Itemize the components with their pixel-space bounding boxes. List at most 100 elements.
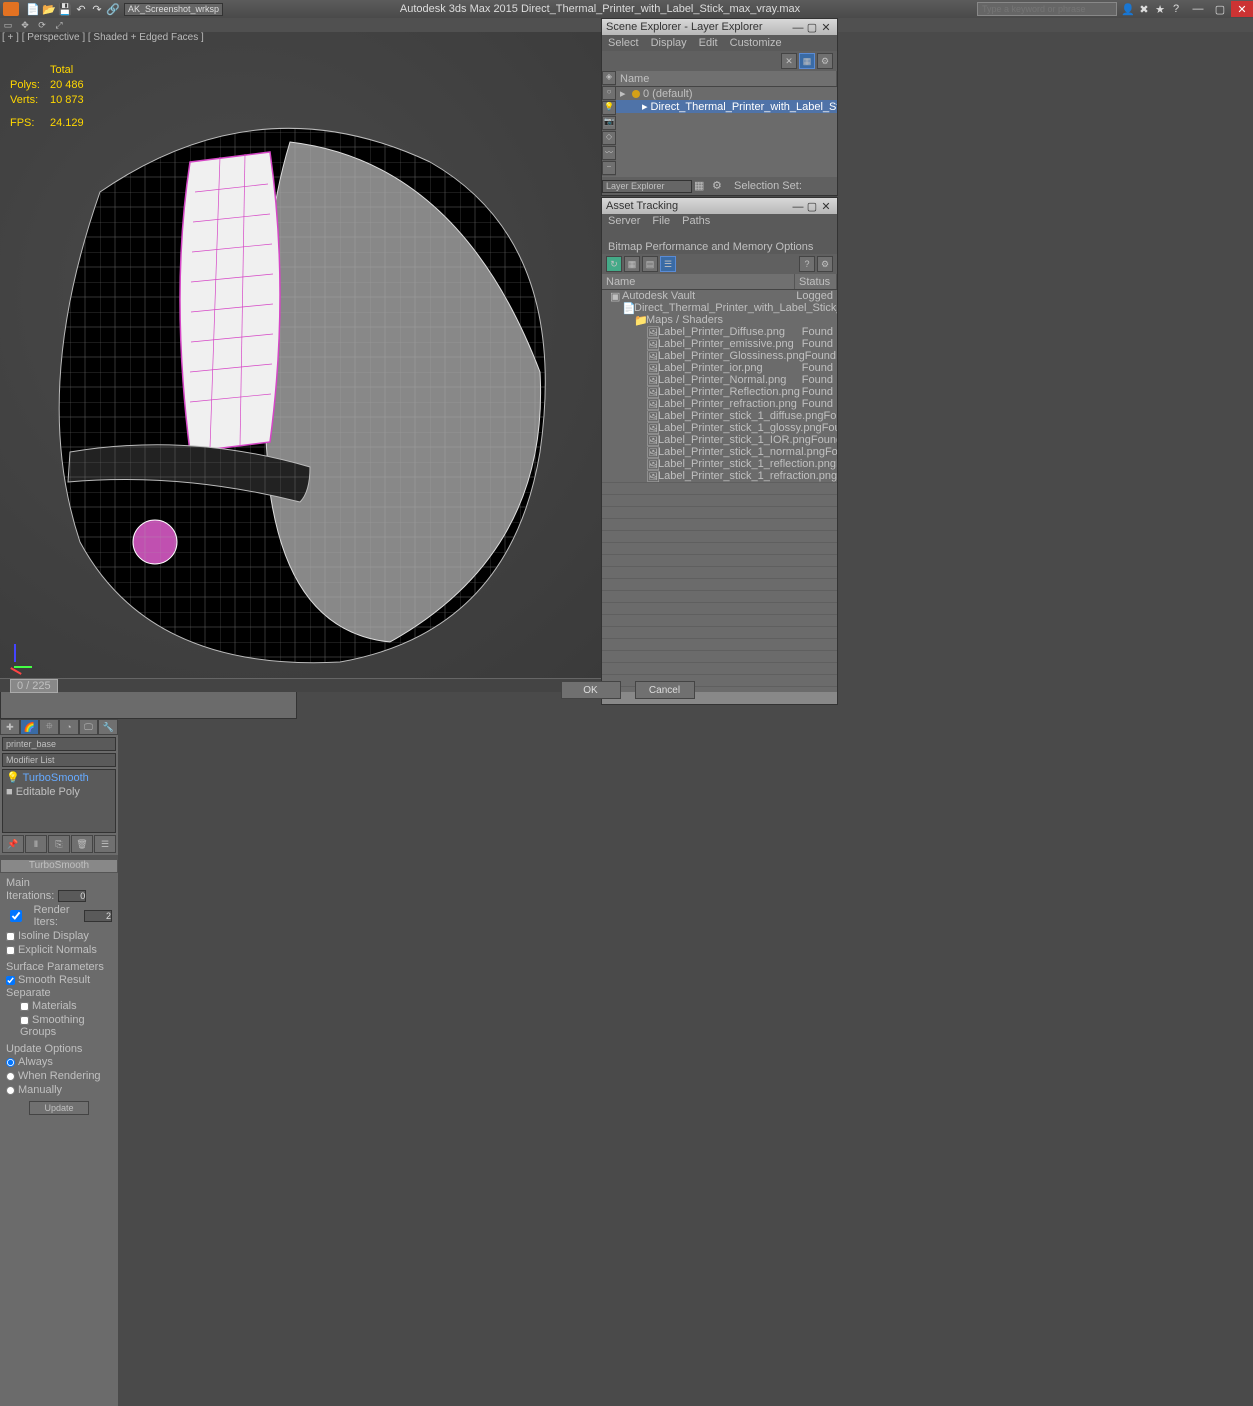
save-icon[interactable]: 💾 bbox=[58, 2, 72, 16]
asset-row[interactable]: 🖼Label_Printer_Glossiness.pngFound bbox=[602, 350, 837, 362]
asset-min-icon[interactable]: — bbox=[791, 201, 805, 213]
tab-modify-icon[interactable]: 🌈 bbox=[20, 719, 40, 735]
filter-shape-icon[interactable]: ○ bbox=[602, 86, 616, 100]
asset-menu-server[interactable]: Server bbox=[608, 214, 640, 228]
menu-edit[interactable]: Edit bbox=[699, 37, 718, 49]
open-icon[interactable]: 📂 bbox=[42, 2, 56, 16]
cancel-button[interactable]: Cancel bbox=[635, 681, 695, 699]
panel-min-icon[interactable]: — bbox=[791, 22, 805, 34]
help-icon[interactable]: ? bbox=[1169, 2, 1183, 16]
stack-config-icon[interactable]: ☰ bbox=[94, 835, 116, 853]
rollup-turbosmooth-title[interactable]: TurboSmooth bbox=[0, 859, 118, 873]
asset-row[interactable]: 🖼Label_Printer_Normal.pngFound bbox=[602, 374, 837, 386]
materials-check[interactable] bbox=[20, 1002, 29, 1011]
stack-showend-icon[interactable]: Ⅱ bbox=[25, 835, 47, 853]
close-button[interactable]: ✕ bbox=[1231, 1, 1253, 17]
asset-row[interactable]: 🖼Label_Printer_Reflection.pngFound bbox=[602, 386, 837, 398]
object-name-field[interactable]: printer_base bbox=[2, 737, 116, 751]
render-iters-check[interactable] bbox=[6, 910, 26, 922]
filter-cam-icon[interactable]: 📷 bbox=[602, 116, 616, 130]
maximize-button[interactable]: ▢ bbox=[1209, 1, 1231, 17]
filter-space-icon[interactable]: 〰 bbox=[602, 146, 616, 160]
smooth-result-check[interactable] bbox=[6, 976, 15, 985]
redo-icon[interactable]: ↷ bbox=[90, 2, 104, 16]
layer-mode-dropdown[interactable]: Layer Explorer bbox=[602, 180, 692, 193]
minimize-button[interactable]: — bbox=[1187, 1, 1209, 17]
menu-select[interactable]: Select bbox=[608, 37, 639, 49]
iterations-spinner[interactable] bbox=[58, 890, 86, 902]
layer-root[interactable]: ▸0 (default) bbox=[616, 87, 837, 100]
asset-row[interactable]: 🖼Label_Printer_emissive.pngFound bbox=[602, 338, 837, 350]
tab-create-icon[interactable]: ✚ bbox=[0, 719, 20, 735]
filter-geom-icon[interactable]: ◈ bbox=[602, 71, 616, 85]
filter-bone-icon[interactable]: ⎯ bbox=[602, 161, 616, 175]
asset-btn3-icon[interactable]: ▤ bbox=[642, 256, 658, 272]
explicit-check[interactable] bbox=[6, 946, 15, 955]
panel-max-icon[interactable]: ▢ bbox=[805, 21, 819, 34]
filter-light-icon[interactable]: 💡 bbox=[602, 101, 616, 115]
isoline-check[interactable] bbox=[6, 932, 15, 941]
rotate-tool-icon[interactable]: ⟳ bbox=[34, 18, 50, 32]
signin-icon[interactable]: 👤 bbox=[1121, 2, 1135, 16]
modifier-stack[interactable]: 💡 TurboSmooth ■ Editable Poly bbox=[2, 769, 116, 833]
stack-remove-icon[interactable]: 🗑 bbox=[71, 835, 93, 853]
asset-close-icon[interactable]: ✕ bbox=[819, 200, 833, 213]
col-name[interactable]: Name bbox=[616, 71, 837, 86]
asset-max-icon[interactable]: ▢ bbox=[805, 200, 819, 213]
ok-button[interactable]: OK bbox=[561, 681, 621, 699]
asset-help-icon[interactable]: ? bbox=[799, 256, 815, 272]
viewport-label[interactable]: [ + ] [ Perspective ] [ Shaded + Edged F… bbox=[2, 32, 204, 43]
asset-row[interactable]: 🖼Label_Printer_stick_1_refraction.pngFou… bbox=[602, 470, 837, 482]
perspective-viewport[interactable]: [ + ] [ Perspective ] [ Shaded + Edged F… bbox=[0, 32, 601, 692]
workspace-dropdown[interactable]: AK_Screenshot_wrksp bbox=[124, 3, 223, 16]
move-tool-icon[interactable]: ✥ bbox=[17, 18, 33, 32]
smoothgroups-check[interactable] bbox=[20, 1016, 29, 1025]
undo-icon[interactable]: ↶ bbox=[74, 2, 88, 16]
asset-opts-icon[interactable]: ⚙ bbox=[817, 256, 833, 272]
asset-row[interactable]: 🖼Label_Printer_Diffuse.pngFound bbox=[602, 326, 837, 338]
tab-motion-icon[interactable]: ◔ bbox=[59, 719, 79, 735]
asset-col-status[interactable]: Status bbox=[795, 274, 837, 289]
filter-helper-icon[interactable]: ◇ bbox=[602, 131, 616, 145]
asset-menu-bitmap[interactable]: Bitmap Performance and Memory Options bbox=[608, 240, 813, 254]
asset-row[interactable]: 🖼Label_Printer_refraction.pngFound bbox=[602, 398, 837, 410]
render-iters-spinner[interactable] bbox=[84, 910, 112, 922]
asset-row[interactable]: 📁Maps / Shaders bbox=[602, 314, 837, 326]
modifier-list-dropdown[interactable]: Modifier List bbox=[2, 753, 116, 767]
asset-row[interactable]: 🖼Label_Printer_stick_1_glossy.pngFound bbox=[602, 422, 837, 434]
stack-pin-icon[interactable]: 📌 bbox=[2, 835, 24, 853]
asset-menu-file[interactable]: File bbox=[652, 214, 670, 228]
stack-unique-icon[interactable]: ⎘ bbox=[48, 835, 70, 853]
asset-col-name[interactable]: Name bbox=[602, 274, 795, 289]
asset-row[interactable]: 🖼Label_Printer_stick_1_IOR.pngFound bbox=[602, 434, 837, 446]
filter-layer-icon[interactable]: ▦ bbox=[799, 53, 815, 69]
tab-display-icon[interactable]: 🖵 bbox=[79, 719, 99, 735]
layer-item-printer[interactable]: ▸Direct_Thermal_Printer_with_Label_Stick bbox=[616, 100, 837, 113]
upd-manual-radio[interactable] bbox=[6, 1086, 15, 1095]
new-icon[interactable]: 📄 bbox=[26, 2, 40, 16]
help-search-input[interactable] bbox=[977, 2, 1117, 16]
asset-row[interactable]: 🖼Label_Printer_stick_1_normal.pngFound bbox=[602, 446, 837, 458]
asset-row[interactable]: 🖼Label_Printer_stick_1_diffuse.pngFound bbox=[602, 410, 837, 422]
asset-row[interactable]: ▣Autodesk VaultLogged bbox=[602, 290, 837, 302]
filter-clear-icon[interactable]: ✕ bbox=[781, 53, 797, 69]
tab-hierarchy-icon[interactable]: ⯐ bbox=[39, 719, 59, 735]
upd-always-radio[interactable] bbox=[6, 1058, 15, 1067]
layer-btn2-icon[interactable]: ⚙ bbox=[712, 179, 728, 193]
menu-customize[interactable]: Customize bbox=[730, 37, 782, 49]
asset-row[interactable]: 🖼Label_Printer_ior.pngFound bbox=[602, 362, 837, 374]
asset-btn4-icon[interactable]: ☰ bbox=[660, 256, 676, 272]
asset-menu-paths[interactable]: Paths bbox=[682, 214, 710, 228]
asset-row[interactable]: 🖼Label_Printer_stick_1_reflection.pngFou… bbox=[602, 458, 837, 470]
link-icon[interactable]: 🔗 bbox=[106, 2, 120, 16]
filter-props-icon[interactable]: ⚙ bbox=[817, 53, 833, 69]
upd-render-radio[interactable] bbox=[6, 1072, 15, 1081]
stack-turbosmooth[interactable]: 💡 TurboSmooth bbox=[3, 770, 115, 785]
layer-btn1-icon[interactable]: ▦ bbox=[694, 179, 710, 193]
asset-refresh-icon[interactable]: ↻ bbox=[606, 256, 622, 272]
asset-btn2-icon[interactable]: ▦ bbox=[624, 256, 640, 272]
asset-row[interactable]: 📄Direct_Thermal_Printer_with_Label_Stick… bbox=[602, 302, 837, 314]
scale-tool-icon[interactable]: ⤢ bbox=[51, 18, 67, 32]
star-icon[interactable]: ★ bbox=[1153, 2, 1167, 16]
select-tool-icon[interactable]: ▭ bbox=[0, 18, 16, 32]
